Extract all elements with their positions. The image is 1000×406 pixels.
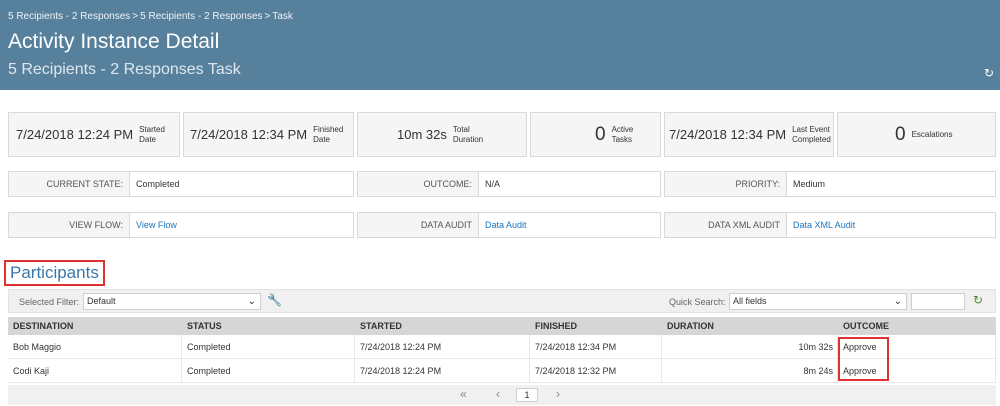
breadcrumb-item-instance[interactable]: 5 Recipients - 2 Responses bbox=[140, 11, 262, 22]
refresh-icon[interactable]: ↻ bbox=[973, 293, 983, 307]
breadcrumb-separator: > bbox=[264, 11, 271, 22]
cell-status: Completed bbox=[182, 335, 355, 358]
quick-search-field-select[interactable]: All fields ⌄ bbox=[729, 293, 907, 310]
view-flow-link[interactable]: View Flow bbox=[130, 213, 177, 237]
cell-duration: 10m 32s bbox=[662, 335, 838, 358]
stat-value: 7/24/2018 12:24 PM bbox=[16, 127, 134, 142]
stat-label: Escalations bbox=[911, 129, 953, 139]
stat-value: 0 bbox=[895, 123, 906, 145]
filter-select-value: Default bbox=[87, 296, 116, 306]
cell-destination: Codi Kaji bbox=[8, 359, 182, 382]
info-value: N/A bbox=[485, 179, 501, 189]
chevron-down-icon: ⌄ bbox=[247, 296, 256, 307]
cell-outcome: Approve bbox=[838, 335, 996, 358]
breadcrumb-item-current: Task bbox=[272, 11, 293, 22]
info-key: DATA XML AUDIT bbox=[665, 213, 787, 237]
info-current-state: CURRENT STATE: Completed bbox=[8, 171, 354, 197]
column-header-duration[interactable]: DURATION bbox=[662, 317, 838, 335]
info-key: CURRENT STATE: bbox=[9, 172, 130, 196]
stat-value: 0 bbox=[595, 123, 606, 145]
stat-total-duration: 10m 32s Total Duration bbox=[357, 112, 527, 157]
stat-value: 10m 32s bbox=[397, 127, 447, 142]
column-header-outcome[interactable]: OUTCOME bbox=[838, 317, 996, 335]
grid-pager: « ‹ 1 › bbox=[8, 385, 996, 405]
cell-destination: Bob Maggio bbox=[8, 335, 182, 358]
cell-status: Completed bbox=[182, 359, 355, 382]
info-data-audit: DATA AUDIT Data Audit bbox=[357, 212, 661, 238]
cell-duration: 8m 24s bbox=[662, 359, 838, 382]
info-key: VIEW FLOW: bbox=[9, 213, 130, 237]
filter-select[interactable]: Default ⌄ bbox=[83, 293, 261, 310]
info-priority: PRIORITY: Medium bbox=[664, 171, 996, 197]
stat-label: Active Tasks bbox=[611, 124, 634, 144]
participants-toolbar: Selected Filter: Default ⌄ 🔧 Quick Searc… bbox=[8, 289, 996, 313]
info-value: Completed bbox=[136, 179, 180, 189]
stat-value: 7/24/2018 12:34 PM bbox=[190, 127, 308, 142]
chevron-down-icon: ⌄ bbox=[893, 296, 902, 307]
filter-label: Selected Filter: bbox=[19, 297, 80, 307]
stat-finished-date: 7/24/2018 12:34 PM Finished Date bbox=[183, 112, 354, 157]
info-value: Medium bbox=[793, 179, 826, 189]
table-row[interactable]: Bob Maggio Completed 7/24/2018 12:24 PM … bbox=[8, 335, 996, 359]
stat-label: Started Date bbox=[139, 124, 165, 144]
info-key: DATA AUDIT bbox=[358, 213, 479, 237]
breadcrumb-separator: > bbox=[132, 11, 139, 22]
data-audit-link[interactable]: Data Audit bbox=[479, 213, 527, 237]
stat-started-date: 7/24/2018 12:24 PM Started Date bbox=[8, 112, 180, 157]
cell-finished: 7/24/2018 12:32 PM bbox=[530, 359, 662, 382]
stat-escalations: 0 Escalations bbox=[837, 112, 996, 157]
column-header-finished[interactable]: FINISHED bbox=[530, 317, 662, 335]
data-xml-audit-link[interactable]: Data XML Audit bbox=[787, 213, 855, 237]
page-number-input[interactable]: 1 bbox=[516, 388, 538, 402]
wrench-icon[interactable]: 🔧 bbox=[267, 293, 282, 307]
page-title: Activity Instance Detail bbox=[8, 30, 220, 53]
stat-value: 7/24/2018 12:34 PM bbox=[669, 127, 787, 142]
cell-finished: 7/24/2018 12:34 PM bbox=[530, 335, 662, 358]
participants-title: Participants bbox=[4, 260, 105, 286]
previous-page-icon[interactable]: ‹ bbox=[496, 387, 500, 401]
cell-started: 7/24/2018 12:24 PM bbox=[355, 335, 530, 358]
breadcrumb: 5 Recipients - 2 Responses >5 Recipients … bbox=[8, 11, 293, 22]
page-subtitle: 5 Recipients - 2 Responses Task bbox=[8, 61, 241, 78]
column-header-destination[interactable]: DESTINATION bbox=[8, 317, 182, 335]
stat-active-tasks: 0 Active Tasks bbox=[530, 112, 661, 157]
page-header: 5 Recipients - 2 Responses >5 Recipients … bbox=[0, 0, 1000, 90]
info-view-flow: VIEW FLOW: View Flow bbox=[8, 212, 354, 238]
cell-outcome: Approve bbox=[838, 359, 996, 382]
stat-last-event-completed: 7/24/2018 12:34 PM Last Event Completed bbox=[664, 112, 834, 157]
info-outcome: OUTCOME: N/A bbox=[357, 171, 661, 197]
table-row[interactable]: Codi Kaji Completed 7/24/2018 12:24 PM 7… bbox=[8, 359, 996, 383]
cell-started: 7/24/2018 12:24 PM bbox=[355, 359, 530, 382]
quick-search-input[interactable] bbox=[911, 293, 965, 310]
grid-header: DESTINATION STATUS STARTED FINISHED DURA… bbox=[8, 317, 996, 335]
participants-grid: DESTINATION STATUS STARTED FINISHED DURA… bbox=[8, 317, 996, 383]
stat-label: Finished Date bbox=[313, 124, 344, 144]
quick-search-label: Quick Search: bbox=[669, 297, 726, 307]
stat-label: Total Duration bbox=[452, 124, 484, 144]
quick-search-field-value: All fields bbox=[733, 296, 767, 306]
first-page-icon[interactable]: « bbox=[460, 387, 467, 401]
stat-label: Last Event Completed bbox=[792, 124, 831, 144]
info-data-xml-audit: DATA XML AUDIT Data XML Audit bbox=[664, 212, 996, 238]
next-page-icon[interactable]: › bbox=[556, 387, 560, 401]
info-key: PRIORITY: bbox=[665, 172, 787, 196]
refresh-icon[interactable]: ↻ bbox=[983, 67, 995, 79]
info-key: OUTCOME: bbox=[358, 172, 479, 196]
column-header-status[interactable]: STATUS bbox=[182, 317, 355, 335]
column-header-started[interactable]: STARTED bbox=[355, 317, 530, 335]
breadcrumb-item-process[interactable]: 5 Recipients - 2 Responses bbox=[8, 11, 130, 22]
